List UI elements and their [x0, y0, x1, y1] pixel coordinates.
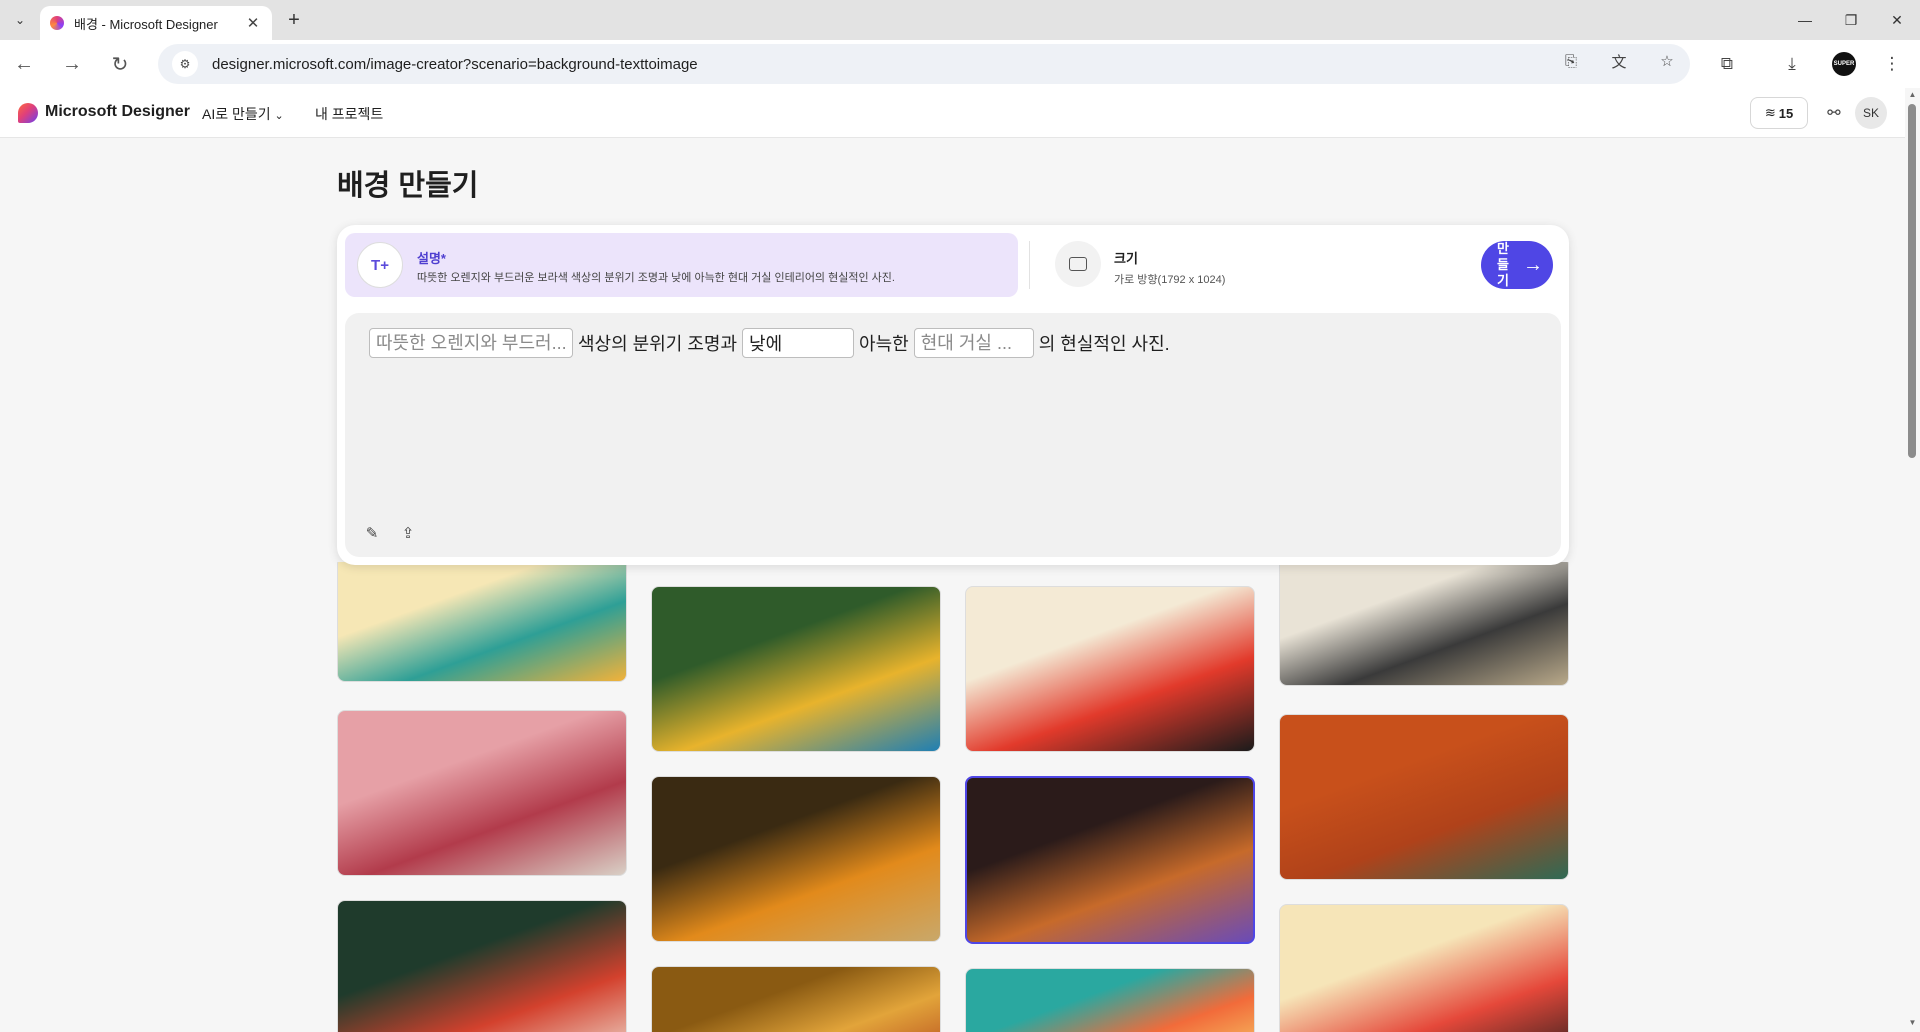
prompt-field-color[interactable] [369, 328, 573, 358]
share-icon[interactable]: ⇪ [395, 520, 421, 546]
url-text[interactable]: designer.microsoft.com/image-creator?sce… [212, 56, 698, 73]
chevron-down-icon: ⌄ [274, 110, 284, 122]
designer-favicon-icon [50, 16, 64, 30]
extensions-puzzle-icon[interactable]: ⧉ [1715, 52, 1739, 76]
tab-search-chevron-icon[interactable]: ⌄ [8, 8, 32, 32]
magic-pen-icon[interactable]: ✎ [359, 520, 385, 546]
reload-icon[interactable]: ↻ [106, 50, 134, 78]
site-settings-icon[interactable]: ⚙ [172, 51, 198, 77]
gallery-item[interactable] [965, 586, 1255, 752]
size-label[interactable]: 크기 [1114, 248, 1138, 267]
bookmark-star-icon[interactable]: ☆ [1656, 50, 1678, 72]
app-header: Microsoft Designer AI로 만들기 ⌄ 내 프로젝트 ≋ 15… [0, 88, 1905, 138]
prompt-field-time[interactable] [742, 328, 855, 358]
panel-divider [1029, 241, 1030, 289]
address-bar[interactable]: ⚙ designer.microsoft.com/image-creator?s… [158, 44, 1690, 84]
gallery-item-selected[interactable] [965, 776, 1255, 944]
browser-toolbar: ← → ↻ ⚙ designer.microsoft.com/image-cre… [0, 40, 1920, 88]
prompt-text: 색상의 분위기 조명과 [578, 334, 738, 354]
prompt-line: 색상의 분위기 조명과 아늑한 의 현실적인 사진. [369, 328, 1175, 358]
prompt-editor[interactable]: 색상의 분위기 조명과 아늑한 의 현실적인 사진. ✎ ⇪ [345, 313, 1561, 557]
gallery-item[interactable] [651, 776, 941, 942]
prompt-panel: T+ 설명* 따뜻한 오렌지와 부드러운 보라색 색상의 분위기 조명과 낮에 … [337, 225, 1569, 565]
tab-close-icon[interactable]: ✕ [244, 14, 262, 32]
ai-create-menu[interactable]: AI로 만들기 ⌄ [202, 104, 284, 124]
prompt-text: 아늑한 [859, 334, 909, 354]
minimize-icon[interactable]: — [1782, 0, 1828, 40]
new-tab-plus-icon[interactable]: + [282, 8, 306, 32]
designer-logo-icon[interactable] [18, 103, 38, 123]
background-gallery [337, 562, 1569, 1032]
gallery-item[interactable] [1279, 714, 1569, 880]
gallery-item[interactable] [651, 966, 941, 1032]
brand-name[interactable]: Microsoft Designer [45, 103, 190, 121]
credits-count: 15 [1778, 105, 1794, 121]
scroll-up-arrow-icon[interactable]: ▲ [1906, 90, 1919, 99]
window-close-icon[interactable]: ✕ [1874, 0, 1920, 40]
restore-icon[interactable]: ❐ [1828, 0, 1874, 40]
browser-menu-icon[interactable]: ⋮ [1880, 52, 1904, 76]
create-button-label: 만들기 [1497, 241, 1509, 288]
my-projects-link[interactable]: 내 프로젝트 [315, 104, 383, 124]
scroll-down-arrow-icon[interactable]: ▼ [1906, 1018, 1919, 1027]
description-card[interactable]: T+ 설명* 따뜻한 오렌지와 부드러운 보라색 색상의 분위기 조명과 낮에 … [345, 233, 1018, 297]
page-scrollbar-thumb[interactable] [1908, 104, 1916, 458]
prompt-field-room[interactable] [913, 328, 1034, 358]
size-value[interactable]: 가로 방향(1792 x 1024) [1114, 271, 1225, 287]
gallery-item[interactable] [1279, 562, 1569, 686]
translate-icon[interactable]: 文 [1608, 50, 1630, 72]
downloads-icon[interactable]: ⤓ [1780, 52, 1804, 76]
page-title: 배경 만들기 [337, 170, 479, 202]
create-button[interactable]: 만들기 → [1481, 241, 1553, 289]
description-label: 설명* [417, 251, 446, 266]
description-text: 따뜻한 오렌지와 부드러운 보라색 색상의 분위기 조명과 낮에 아늑한 현대 … [417, 272, 895, 284]
prompt-text: 의 현실적인 사진. [1038, 334, 1170, 354]
gallery-item[interactable] [337, 562, 627, 682]
install-app-icon[interactable]: ⎘ [1560, 50, 1582, 72]
credits-badge[interactable]: ≋ 15 [1750, 97, 1808, 129]
gallery-item[interactable] [965, 968, 1255, 1032]
browser-profile-avatar[interactable]: SUPER [1832, 52, 1856, 76]
gallery-item[interactable] [1279, 904, 1569, 1032]
gallery-item[interactable] [337, 900, 627, 1032]
gallery-item[interactable] [651, 586, 941, 752]
gallery-item[interactable] [337, 710, 627, 876]
browser-tab-bar: ⌄ 배경 - Microsoft Designer ✕ + — ❐ ✕ [0, 0, 1920, 40]
share-link-icon[interactable]: ⚯ [1822, 101, 1846, 125]
back-arrow-icon[interactable]: ← [10, 50, 38, 78]
arrow-right-icon: → [1523, 253, 1543, 276]
coin-stack-icon: ≋ [1764, 105, 1776, 120]
forward-arrow-icon[interactable]: → [58, 50, 86, 78]
user-avatar[interactable]: SK [1855, 97, 1887, 129]
tab-title: 배경 - Microsoft Designer [74, 16, 218, 32]
aspect-ratio-icon[interactable] [1055, 241, 1101, 287]
browser-tab-active[interactable]: 배경 - Microsoft Designer ✕ [40, 6, 272, 40]
ai-create-label: AI로 만들기 [202, 106, 271, 122]
text-add-icon: T+ [357, 242, 403, 288]
